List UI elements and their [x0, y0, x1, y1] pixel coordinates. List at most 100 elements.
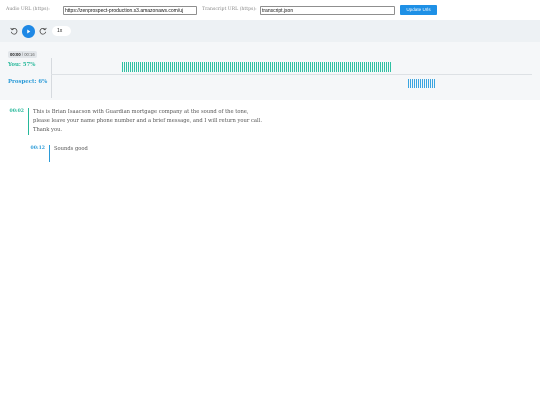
- waveform-tick: [154, 62, 155, 72]
- waveform-tick: [180, 62, 181, 72]
- waveform-tick: [290, 62, 291, 72]
- waveform-tick: [390, 62, 391, 72]
- waveform-tick: [374, 62, 375, 72]
- waveform-tick: [200, 62, 201, 72]
- forward-icon[interactable]: [38, 26, 48, 36]
- player-controls: 1x: [0, 20, 540, 42]
- waveform-tick: [178, 62, 179, 72]
- waveform-tick: [210, 62, 211, 72]
- waveform-tick: [306, 62, 307, 72]
- waveform-tick: [372, 62, 373, 72]
- rewind-icon[interactable]: [9, 26, 19, 36]
- waveform-tick: [342, 62, 343, 72]
- waveform-tick: [156, 62, 157, 72]
- waveform-tick: [168, 62, 169, 72]
- waveform-tick: [362, 62, 363, 72]
- waveform-tick: [370, 62, 371, 72]
- waveform-tick: [204, 62, 205, 72]
- waveform-tick: [186, 62, 187, 72]
- waveform-tick: [356, 62, 357, 72]
- waveform-tick: [344, 62, 345, 72]
- transcript-timestamp[interactable]: 00:12: [25, 146, 45, 151]
- total-time: 00:16: [24, 52, 35, 57]
- waveform-tick: [228, 62, 229, 72]
- waveform-tick: [260, 62, 261, 72]
- waveform-tick: [418, 79, 419, 88]
- waveform-tick: [300, 62, 301, 72]
- waveform-tick: [142, 62, 143, 72]
- waveform-tick: [236, 62, 237, 72]
- waveform-tick: [126, 62, 127, 72]
- waveform-tick: [422, 79, 423, 88]
- waveform-tick: [182, 62, 183, 72]
- waveform-tick: [166, 62, 167, 72]
- waveform-tick: [158, 62, 159, 72]
- waveform-tick: [414, 79, 415, 88]
- transcript-text: Sounds good: [54, 145, 88, 154]
- waveform-tick: [250, 62, 251, 72]
- waveform-tick: [428, 79, 429, 88]
- transcript-timestamp[interactable]: 00:02: [4, 109, 24, 114]
- you-speech-waveform[interactable]: [122, 62, 391, 72]
- waveform-tick: [368, 62, 369, 72]
- waveform-tick: [150, 62, 151, 72]
- waveform-tick: [434, 79, 435, 88]
- audio-url-label: Audio URL (https):: [6, 7, 50, 12]
- waveform-tick: [192, 62, 193, 72]
- waveform-tick: [246, 62, 247, 72]
- waveform-tick: [254, 62, 255, 72]
- waveform-tick: [432, 79, 433, 88]
- waveform-tick: [272, 62, 273, 72]
- waveform-tick: [412, 79, 413, 88]
- play-icon[interactable]: [22, 25, 35, 38]
- waveform-tick: [148, 62, 149, 72]
- transcript-url-input[interactable]: [260, 6, 395, 15]
- waveform-tick: [334, 62, 335, 72]
- waveform-tick: [278, 62, 279, 72]
- prospect-speech-waveform[interactable]: [408, 79, 435, 88]
- waveform-tick: [384, 62, 385, 72]
- waveform-tick: [184, 62, 185, 72]
- waveform-tick: [288, 62, 289, 72]
- speaker-prospect-label: Prospect: 6%: [8, 79, 48, 85]
- waveform-tick: [174, 62, 175, 72]
- speaker-you-label: You: 57%: [8, 62, 36, 68]
- waveform-tick: [146, 62, 147, 72]
- playback-speed-select[interactable]: 1x: [52, 26, 71, 36]
- waveform-tick: [216, 62, 217, 72]
- audio-url-input[interactable]: [63, 6, 197, 15]
- transcript-url-label: Transcript URL (https):: [202, 7, 257, 12]
- transcript-line: This is Brian Isaacson with Guardian mor…: [33, 109, 249, 115]
- waveform-tick: [198, 62, 199, 72]
- waveform-tick: [322, 62, 323, 72]
- waveform-tick: [214, 62, 215, 72]
- waveform-tick: [416, 79, 417, 88]
- update-urls-button[interactable]: Update Urls: [400, 5, 437, 15]
- waveform-tick: [202, 62, 203, 72]
- waveform-tick: [144, 62, 145, 72]
- waveform-tick: [132, 62, 133, 72]
- waveform-tick: [218, 62, 219, 72]
- waveform-tick: [220, 62, 221, 72]
- waveform-tick: [230, 62, 231, 72]
- speaker-bar: [28, 108, 29, 135]
- waveform-tick: [338, 62, 339, 72]
- waveform-tick: [318, 62, 319, 72]
- waveform-tick: [346, 62, 347, 72]
- waveform-tick: [366, 62, 367, 72]
- waveform-tick: [430, 79, 431, 88]
- waveform-tick: [314, 62, 315, 72]
- waveform-tick: [130, 62, 131, 72]
- waveform-tick: [358, 62, 359, 72]
- waveform-tick: [330, 62, 331, 72]
- waveform-tick: [310, 62, 311, 72]
- waveform-tick: [124, 62, 125, 72]
- waveform-tick: [308, 62, 309, 72]
- waveform-tick: [232, 62, 233, 72]
- waveform-tick: [326, 62, 327, 72]
- transcript-line: please leave your name phone number and …: [33, 118, 262, 124]
- waveform-tick: [252, 62, 253, 72]
- waveform-tick: [386, 62, 387, 72]
- waveform-tick: [240, 62, 241, 72]
- waveform-tick: [162, 62, 163, 72]
